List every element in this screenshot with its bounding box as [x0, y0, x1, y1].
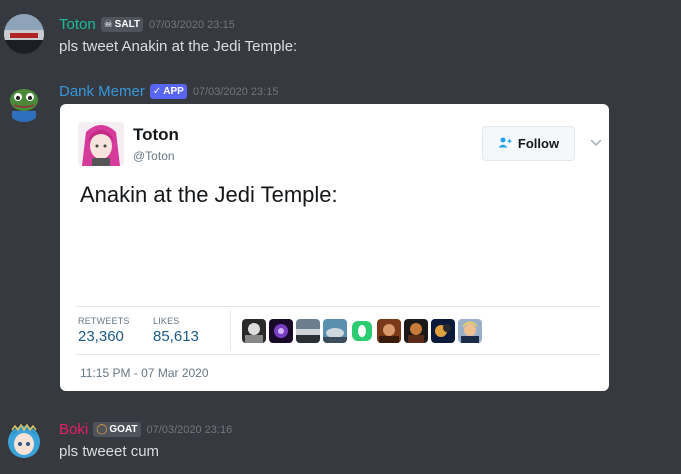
- username[interactable]: Dank Memer: [59, 83, 145, 100]
- ring-icon: ◯: [96, 424, 108, 435]
- liker-avatar[interactable]: [404, 319, 428, 343]
- username[interactable]: Boki: [59, 421, 88, 438]
- tweet-embed: Toton @Toton Follow Anakin at the Jedi T…: [60, 104, 609, 391]
- badge-text: SALT: [114, 19, 141, 30]
- likes-count[interactable]: 85,613: [153, 328, 199, 345]
- timestamp: 07/03/2020 23:15: [149, 18, 235, 31]
- role-badge: ◯ GOAT: [93, 422, 141, 437]
- follow-button[interactable]: Follow: [482, 126, 575, 161]
- avatar-dank-memer[interactable]: [4, 82, 44, 122]
- avatar-boki[interactable]: [4, 420, 44, 460]
- liker-avatar[interactable]: [242, 319, 266, 343]
- stats-top-divider: [76, 306, 600, 307]
- skull-icon: ☠: [103, 19, 113, 30]
- message-content: pls tweet Anakin at the Jedi Temple:: [59, 38, 298, 55]
- liker-avatar[interactable]: [323, 319, 347, 343]
- bot-badge: ✓ APP: [149, 84, 187, 99]
- add-user-icon: [498, 137, 512, 151]
- liker-avatar[interactable]: [431, 319, 455, 343]
- tweet-text: Anakin at the Jedi Temple:: [80, 182, 338, 207]
- role-badge: ☠ SALT: [100, 17, 144, 32]
- liker-avatar[interactable]: [269, 319, 293, 343]
- chevron-down-icon[interactable]: [589, 135, 603, 149]
- badge-text: GOAT: [109, 424, 138, 435]
- liker-avatar[interactable]: [350, 319, 374, 343]
- timestamp: 07/03/2020 23:15: [192, 85, 279, 98]
- message-content: pls tweeet cum: [59, 443, 160, 460]
- verified-check-icon: ✓: [152, 86, 162, 97]
- avatar-toton[interactable]: [4, 14, 44, 54]
- stats-vertical-divider: [230, 310, 231, 350]
- tweet-author-name[interactable]: Toton: [133, 125, 179, 145]
- liker-avatar[interactable]: [296, 319, 320, 343]
- username[interactable]: Toton: [59, 16, 96, 33]
- retweets-count[interactable]: 23,360: [78, 328, 124, 345]
- liker-avatar[interactable]: [377, 319, 401, 343]
- likes-label: LIKES: [153, 316, 180, 326]
- badge-text: APP: [163, 86, 184, 97]
- tweet-avatar[interactable]: [78, 122, 124, 166]
- timestamp: 07/03/2020 23:16: [146, 423, 233, 436]
- liker-avatar[interactable]: [458, 319, 482, 343]
- retweets-label: RETWEETS: [78, 316, 130, 326]
- follow-label: Follow: [517, 136, 560, 151]
- tweet-author-handle[interactable]: @Toton: [133, 149, 175, 163]
- tweet-date[interactable]: 11:15 PM - 07 Mar 2020: [80, 366, 209, 380]
- stats-bottom-divider: [76, 354, 600, 355]
